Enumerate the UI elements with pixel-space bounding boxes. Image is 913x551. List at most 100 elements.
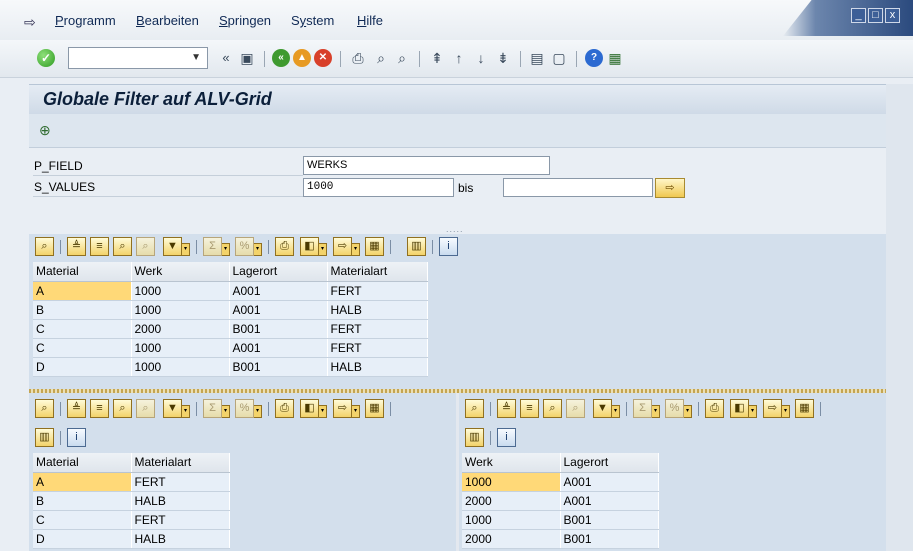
table-cell[interactable]: D: [33, 357, 132, 377]
info-icon[interactable]: i: [497, 428, 516, 447]
sort-ascending-icon[interactable]: ≜: [67, 399, 86, 418]
column-header[interactable]: Werk: [131, 262, 230, 282]
maximize-icon[interactable]: □: [868, 8, 883, 23]
views-icon[interactable]: ◧: [300, 237, 319, 256]
find-next-icon[interactable]: ⌕: [566, 399, 585, 418]
back-icon[interactable]: «: [272, 49, 290, 67]
column-header[interactable]: Materialart: [131, 453, 230, 473]
export-dropdown-icon[interactable]: ▾: [352, 243, 360, 256]
layout-icon[interactable]: ▦: [795, 399, 814, 418]
views-icon[interactable]: ◧: [730, 399, 749, 418]
table-cell[interactable]: C: [33, 338, 132, 358]
help-icon[interactable]: ?: [585, 49, 603, 67]
column-header[interactable]: Lagerort: [560, 453, 659, 473]
details-icon[interactable]: ⌕: [35, 399, 54, 418]
find-icon[interactable]: ⌕: [543, 399, 562, 418]
print-icon[interactable]: ⎙: [275, 399, 294, 418]
table-row[interactable]: A 1000 A001 FERT: [33, 281, 428, 301]
table-cell[interactable]: 2000: [462, 491, 561, 511]
next-page-icon[interactable]: ↓: [472, 49, 490, 67]
table-cell[interactable]: A: [33, 472, 132, 492]
total-dropdown-icon[interactable]: ▾: [222, 405, 230, 418]
table-row[interactable]: 1000 B001: [462, 510, 659, 530]
table-cell[interactable]: FERT: [327, 319, 428, 339]
layout-icon[interactable]: ▦: [365, 399, 384, 418]
save-icon[interactable]: ▣: [238, 49, 256, 67]
find-next-icon[interactable]: ⌕: [136, 399, 155, 418]
menu-system-icon[interactable]: ⇨: [24, 14, 36, 31]
views-dropdown-icon[interactable]: ▾: [319, 243, 327, 256]
table-cell[interactable]: B: [33, 491, 132, 511]
table-cell[interactable]: HALB: [327, 300, 428, 320]
table-cell[interactable]: FERT: [327, 281, 428, 301]
last-page-icon[interactable]: ⇟: [494, 49, 512, 67]
table-cell[interactable]: C: [33, 510, 132, 530]
table-cell[interactable]: 1000: [131, 300, 230, 320]
views-dropdown-icon[interactable]: ▾: [319, 405, 327, 418]
subtotal-icon[interactable]: %: [665, 399, 684, 418]
table-cell[interactable]: A001: [229, 338, 328, 358]
total-icon[interactable]: Σ: [633, 399, 652, 418]
shortcut-icon[interactable]: ▢: [550, 49, 568, 67]
menu-system[interactable]: System: [291, 13, 334, 28]
find-icon[interactable]: ⌕: [372, 49, 390, 67]
table-row[interactable]: 2000 B001: [462, 529, 659, 549]
splitter-handle[interactable]: .....: [446, 224, 464, 234]
table-cell[interactable]: B: [33, 300, 132, 320]
multiple-selection-button[interactable]: ⇨: [655, 178, 685, 198]
column-header[interactable]: Materialart: [327, 262, 428, 282]
filter-icon[interactable]: ▼: [163, 237, 182, 256]
layout-icon[interactable]: ▦: [365, 237, 384, 256]
find-next-icon[interactable]: ⌕: [393, 49, 411, 67]
filter-dropdown-icon[interactable]: ▾: [612, 405, 620, 418]
table-cell[interactable]: HALB: [131, 491, 230, 511]
graphic-icon[interactable]: ▥: [465, 428, 484, 447]
subtotal-dropdown-icon[interactable]: ▾: [254, 405, 262, 418]
column-header[interactable]: Material: [33, 453, 132, 473]
table-row[interactable]: 1000 A001: [462, 472, 659, 492]
export-dropdown-icon[interactable]: ▾: [782, 405, 790, 418]
print-icon[interactable]: ⎙: [275, 237, 294, 256]
views-icon[interactable]: ◧: [300, 399, 319, 418]
back-double-arrow-icon[interactable]: «: [217, 49, 235, 67]
column-header[interactable]: Material: [33, 262, 132, 282]
menu-hilfe[interactable]: Hilfe: [357, 13, 383, 28]
print-icon[interactable]: ⎙: [705, 399, 724, 418]
filter-icon[interactable]: ▼: [163, 399, 182, 418]
table-row[interactable]: B HALB: [33, 491, 230, 511]
table-cell[interactable]: 1000: [462, 510, 561, 530]
subtotal-icon[interactable]: %: [235, 237, 254, 256]
subtotal-dropdown-icon[interactable]: ▾: [684, 405, 692, 418]
sort-ascending-icon[interactable]: ≜: [67, 237, 86, 256]
table-cell[interactable]: D: [33, 529, 132, 549]
graphic-icon[interactable]: ▥: [35, 428, 54, 447]
details-icon[interactable]: ⌕: [465, 399, 484, 418]
total-icon[interactable]: Σ: [203, 237, 222, 256]
sort-ascending-icon[interactable]: ≜: [497, 399, 516, 418]
menu-springen[interactable]: Springen: [219, 13, 271, 28]
export-icon[interactable]: ⇨: [333, 237, 352, 256]
column-header[interactable]: Lagerort: [229, 262, 328, 282]
table-cell[interactable]: B001: [229, 319, 328, 339]
find-icon[interactable]: ⌕: [113, 237, 132, 256]
table-row[interactable]: B 1000 A001 HALB: [33, 300, 428, 320]
table-cell[interactable]: 1000: [131, 357, 230, 377]
close-icon[interactable]: x: [885, 8, 900, 23]
export-dropdown-icon[interactable]: ▾: [352, 405, 360, 418]
first-page-icon[interactable]: ⇞: [428, 49, 446, 67]
filter-icon[interactable]: ▼: [593, 399, 612, 418]
info-icon[interactable]: i: [67, 428, 86, 447]
p-field-input[interactable]: WERKS: [303, 156, 550, 175]
table-cell[interactable]: 2000: [462, 529, 561, 549]
column-header[interactable]: Werk: [462, 453, 561, 473]
sort-descending-icon[interactable]: ≡: [90, 237, 109, 256]
table-cell[interactable]: 2000: [131, 319, 230, 339]
views-dropdown-icon[interactable]: ▾: [749, 405, 757, 418]
details-icon[interactable]: ⌕: [35, 237, 54, 256]
table-cell[interactable]: 1000: [462, 472, 561, 492]
table-cell[interactable]: A: [33, 281, 132, 301]
filter-dropdown-icon[interactable]: ▾: [182, 243, 190, 256]
table-cell[interactable]: HALB: [131, 529, 230, 549]
table-cell[interactable]: B001: [560, 510, 659, 530]
table-cell[interactable]: FERT: [131, 472, 230, 492]
